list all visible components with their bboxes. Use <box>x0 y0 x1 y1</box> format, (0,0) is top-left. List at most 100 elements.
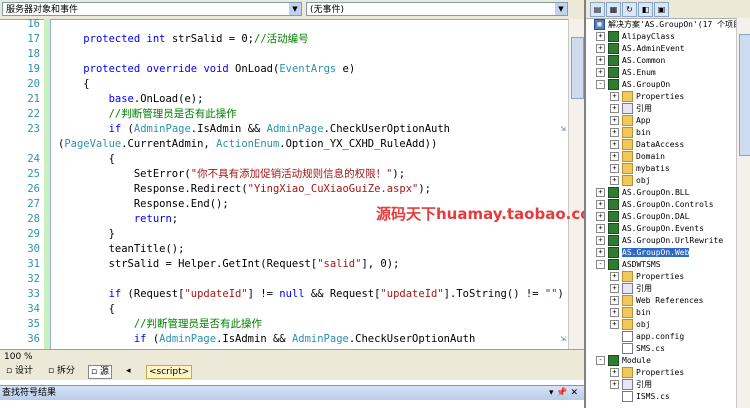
tree-node[interactable]: - AS.GroupOn <box>596 79 670 91</box>
tree-node[interactable]: + 引用 <box>610 103 652 115</box>
panel-controls[interactable]: ▾ 📌 ✕ <box>549 386 578 400</box>
code-line[interactable]: 30 teanTitle(); <box>0 242 568 257</box>
refresh-icon[interactable]: ↻ <box>622 2 637 17</box>
tree-node[interactable]: + AlipayClass <box>596 31 675 43</box>
expand-icon[interactable]: + <box>610 128 619 137</box>
code-text[interactable]: protected int strSalid = 0;//活动编号 <box>58 32 308 47</box>
view-code-icon[interactable]: ◧ <box>638 2 653 17</box>
expand-icon[interactable]: + <box>610 284 619 293</box>
tree-node[interactable]: + DataAccess <box>610 139 684 151</box>
code-text[interactable]: Response.End(); <box>58 197 229 212</box>
tree-node[interactable]: + App <box>610 115 650 127</box>
tree-node[interactable]: ISMS.cs <box>610 391 670 403</box>
tree-node[interactable]: - ASDWTSMS <box>596 259 661 271</box>
code-text[interactable]: //判断管理员是否有此操作 <box>58 317 262 332</box>
tree-node[interactable]: + AS.AdminEvent <box>596 43 685 55</box>
code-text[interactable]: if (Request["updateId"] != null && Reque… <box>58 287 564 302</box>
code-line[interactable]: 24 { <box>0 152 568 167</box>
chevron-down-icon[interactable]: ▼ <box>289 3 301 15</box>
show-all-files-icon[interactable]: ▦ <box>606 2 621 17</box>
expand-icon[interactable]: + <box>610 296 619 305</box>
tree-node[interactable]: + bin <box>610 307 650 319</box>
code-line[interactable]: 19 protected override void OnLoad(EventA… <box>0 62 568 77</box>
tree-node[interactable]: + AS.GroupOn.DAL <box>596 211 689 223</box>
scrollbar-thumb[interactable] <box>571 37 584 99</box>
smart-tag-icon[interactable]: ⇲ <box>561 122 566 137</box>
tag-nav-prev[interactable]: ◂ <box>124 365 133 377</box>
tree-node[interactable]: + 引用 <box>610 379 652 391</box>
code-line[interactable]: 31 strSalid = Helper.GetInt(Request["sal… <box>0 257 568 272</box>
tree-node[interactable]: + AS.Enum <box>596 67 656 79</box>
expand-icon[interactable]: + <box>596 188 605 197</box>
solution-explorer[interactable]: ▤ ▦ ↻ ◧ ▣ ▦ 解决方案'AS.GroupOn'(17 个项目) + Alip… <box>584 0 750 408</box>
code-text[interactable]: teanTitle(); <box>58 242 185 257</box>
chevron-down-icon[interactable]: ▼ <box>555 3 567 15</box>
code-line[interactable]: 32 <box>0 272 568 287</box>
collapse-icon[interactable]: - <box>596 80 605 89</box>
expand-icon[interactable]: + <box>610 140 619 149</box>
find-symbol-results-panel[interactable]: 查找符号结果 ▾ 📌 ✕ <box>0 385 584 400</box>
scrollbar-thumb[interactable] <box>739 34 750 156</box>
smart-tag-icon[interactable]: ⇲ <box>561 332 566 347</box>
code-text[interactable]: if (AdminPage.IsAdmin && AdminPage.Check… <box>58 332 475 347</box>
event-dropdown[interactable]: (无事件) ▼ <box>306 2 568 16</box>
solution-vertical-scrollbar[interactable] <box>736 18 750 408</box>
code-text[interactable]: (PageValue.CurrentAdmin, ActionEnum.Opti… <box>58 137 437 152</box>
code-text[interactable]: if (AdminPage.IsAdmin && AdminPage.Check… <box>58 122 450 137</box>
tree-node[interactable]: + Properties <box>610 367 684 379</box>
tree-node[interactable]: + obj <box>610 319 650 331</box>
tree-node[interactable]: + Web References <box>610 295 703 307</box>
expand-icon[interactable]: + <box>610 92 619 101</box>
tree-node[interactable]: + AS.GroupOn.UrlRewrite <box>596 235 723 247</box>
expand-icon[interactable]: + <box>596 236 605 245</box>
code-line[interactable]: 18 <box>0 47 568 62</box>
expand-icon[interactable]: + <box>596 200 605 209</box>
code-line[interactable]: 33 if (Request["updateId"] != null && Re… <box>0 287 568 302</box>
code-text[interactable]: return; <box>58 212 178 227</box>
code-text[interactable]: { <box>58 152 115 167</box>
tree-node[interactable]: SMS.cs <box>610 343 665 355</box>
code-line[interactable]: 36 if (AdminPage.IsAdmin && AdminPage.Ch… <box>0 332 568 347</box>
expand-icon[interactable]: + <box>610 176 619 185</box>
code-line[interactable]: 20 { <box>0 77 568 92</box>
expand-icon[interactable]: + <box>596 56 605 65</box>
tree-node[interactable]: + 引用 <box>610 283 652 295</box>
expand-icon[interactable]: + <box>610 116 619 125</box>
expand-icon[interactable]: + <box>610 164 619 173</box>
code-line[interactable]: (PageValue.CurrentAdmin, ActionEnum.Opti… <box>0 137 568 152</box>
tree-node[interactable]: - Module <box>596 355 651 367</box>
tree-node[interactable]: + mybatis <box>610 163 670 175</box>
code-text[interactable]: //判断管理员是否有此操作 <box>58 107 237 122</box>
code-text[interactable]: Response.Redirect("YingXiao_CuXiaoGuiZe.… <box>58 182 431 197</box>
tree-node[interactable]: + obj <box>610 175 650 187</box>
view-designer-icon[interactable]: ▣ <box>654 2 669 17</box>
expand-icon[interactable]: + <box>596 212 605 221</box>
source-view-tab[interactable]: ▫ 源 <box>88 365 112 379</box>
expand-icon[interactable]: + <box>610 272 619 281</box>
properties-icon[interactable]: ▤ <box>590 2 605 17</box>
code-line[interactable]: 35 //判断管理员是否有此操作 <box>0 317 568 332</box>
tag-selector[interactable]: <script> <box>146 365 193 379</box>
tree-node[interactable]: + AS.GroupOn.BLL <box>596 187 689 199</box>
code-area[interactable]: 16 17 protected int strSalid = 0;//活动编号 18… <box>0 19 568 349</box>
tree-node[interactable]: + Properties <box>610 271 684 283</box>
tree-node[interactable]: + AS.Common <box>596 55 665 67</box>
expand-icon[interactable]: + <box>610 368 619 377</box>
collapse-icon[interactable]: - <box>596 260 605 269</box>
code-text[interactable]: } <box>58 227 115 242</box>
zoom-level[interactable]: 100 % <box>2 351 35 363</box>
expand-icon[interactable]: + <box>596 224 605 233</box>
code-text[interactable]: base.OnLoad(e); <box>58 92 204 107</box>
expand-icon[interactable]: + <box>610 308 619 317</box>
tree-node[interactable]: + AS.GroupOn.Events <box>596 223 704 235</box>
expand-icon[interactable]: + <box>596 32 605 41</box>
expand-icon[interactable]: + <box>610 152 619 161</box>
code-line[interactable]: 16 <box>0 19 568 32</box>
code-line[interactable]: 22 //判断管理员是否有此操作 <box>0 107 568 122</box>
code-text[interactable]: SetError("你不具有添加促销活动规则信息的权限！"); <box>58 167 405 182</box>
tree-node[interactable]: + Domain <box>610 151 665 163</box>
tree-node[interactable]: + AS.GroupOn.Controls <box>596 199 714 211</box>
tree-node[interactable]: ▦ 解决方案'AS.GroupOn'(17 个项目) <box>594 19 746 31</box>
code-line[interactable]: 29 } <box>0 227 568 242</box>
code-line[interactable]: 17 protected int strSalid = 0;//活动编号 <box>0 32 568 47</box>
